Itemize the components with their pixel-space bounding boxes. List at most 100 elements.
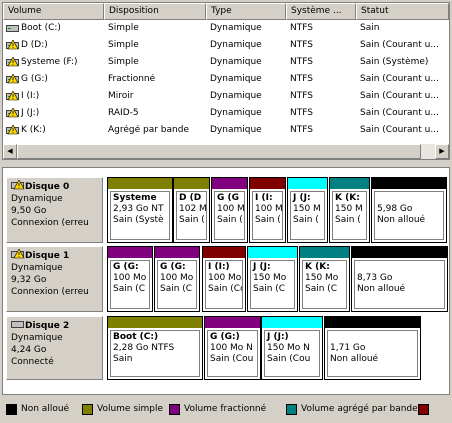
column-header-type[interactable]: Type [206, 3, 286, 20]
scroll-thumb[interactable] [17, 144, 421, 159]
volume-status: Sain (Courant u... [360, 125, 439, 135]
partition-color-bar [203, 247, 245, 258]
partition-block[interactable]: I (I:) 100 Mo Sain (Co [202, 246, 246, 312]
disk-type: Dynamique [11, 194, 63, 204]
table-row[interactable]: I (I:) Miroir Dynamique NTFS Sain (Courant u… [3, 88, 449, 105]
drive-warning-icon [6, 90, 19, 101]
partition-status: Non alloué [377, 215, 426, 225]
partition-block[interactable]: I (I: 100 M Sain ( [249, 177, 286, 243]
partition-block[interactable]: K (K: 150 Mo Sain (C [299, 246, 350, 312]
partition-details: G (G:) 100 Mo N Sain (Cou [207, 330, 258, 377]
disk-label[interactable]: Disque 1 Dynamique 9,32 Go Connexion (erreu [6, 246, 103, 312]
partition-title: G (G: [113, 262, 139, 272]
partition-details: J (J: 150 M Sain ( [290, 191, 325, 240]
partition-block[interactable]: J (J:) 150 Mo N Sain (Cou [261, 316, 323, 380]
drive-icon [6, 23, 19, 33]
partition-status: Non alloué [357, 284, 406, 294]
partition-color-bar [372, 178, 446, 189]
volume-filesystem: NTFS [290, 108, 313, 118]
disk-state: Connexion (erreu [11, 218, 89, 228]
table-row[interactable]: K (K:) Agrégé par bande Dynamique NTFS Sain … [3, 122, 449, 139]
column-header-disposition[interactable]: Disposition [104, 3, 206, 20]
horizontal-scrollbar[interactable]: ◀ ▶ [3, 144, 449, 159]
volume-filesystem: NTFS [290, 23, 313, 33]
partition-size: 2,28 Go NTFS [113, 343, 175, 353]
column-label: Type [211, 6, 232, 16]
volume-type: Dynamique [210, 125, 262, 135]
partition-size: 150 M [335, 204, 363, 214]
partition-color-bar [108, 247, 152, 258]
partition-block[interactable]: Boot (C:) 2,28 Go NTFS Sain [107, 316, 203, 380]
disk-name: Disque 1 [25, 251, 70, 261]
partition-title [330, 332, 415, 343]
partition-details: G (G 100 M Sain ( [214, 191, 245, 240]
legend-swatch [6, 404, 17, 415]
disk-graphical-view: Disque 0 Dynamique 9,50 Go Connexion (erreu… [2, 167, 450, 395]
partition-title: Boot (C:) [113, 332, 159, 342]
partition-color-bar [212, 178, 247, 189]
table-row[interactable]: Systeme (F:) Simple Dynamique NTFS Sain (Sys… [3, 54, 449, 71]
partition-title: K (K: [305, 262, 330, 272]
disk-label[interactable]: Disque 0 Dynamique 9,50 Go Connexion (erreu [6, 177, 103, 243]
partition-title: Systeme [113, 193, 157, 203]
table-row[interactable]: Boot (C:) Simple Dynamique NTFS Sain [3, 20, 449, 37]
partition-color-bar [205, 317, 260, 328]
partition-details: J (J: 150 Mo Sain (C [250, 260, 295, 309]
volume-filesystem: NTFS [290, 57, 313, 67]
partition-block[interactable]: D (D 102 M Sain ( [173, 177, 210, 243]
partition-status: Sain (Co [208, 284, 243, 294]
partition-color-bar [262, 317, 322, 328]
partition-block[interactable]: G (G: 100 Mo Sain (C [154, 246, 200, 312]
partition-title: J (J: [293, 193, 311, 203]
disk-name-line: Disque 0 [11, 179, 102, 193]
partition-block[interactable]: G (G:) 100 Mo N Sain (Cou [204, 316, 261, 380]
partition-status: Sain ( [255, 215, 281, 225]
partition-title: D (D [179, 193, 202, 203]
partition-size: 5,98 Go [377, 204, 413, 214]
volume-list: Volume Disposition Type Système ... Stat… [2, 2, 450, 160]
partition-title [357, 262, 442, 273]
partition-block[interactable]: K (K: 150 M Sain ( [329, 177, 370, 243]
disk-name: Disque 0 [25, 182, 70, 192]
partition-details: 5,98 Go Non alloué [374, 191, 444, 240]
volume-status: Sain (Courant u... [360, 91, 439, 101]
unallocated-block[interactable]: 5,98 Go Non alloué [371, 177, 447, 243]
table-row[interactable]: J (J:) RAID-5 Dynamique NTFS Sain (Courant u… [3, 105, 449, 122]
partition-block[interactable]: Systeme 2,93 Go NT Sain (Systè [107, 177, 173, 243]
partition-status: Sain ( [217, 215, 243, 225]
unallocated-block[interactable]: 1,71 Go Non alloué [324, 316, 421, 380]
partition-status: Sain (Cou [267, 354, 311, 364]
partition-title: G (G:) [210, 332, 240, 342]
pane-splitter[interactable] [0, 161, 452, 166]
partition-block[interactable]: J (J: 150 Mo Sain (C [247, 246, 298, 312]
partition-details: 1,71 Go Non alloué [327, 330, 418, 377]
partition-color-bar [248, 247, 297, 258]
disk-type: Dynamique [11, 263, 63, 273]
column-header-volume[interactable]: Volume [3, 3, 104, 20]
partition-size: 150 M [293, 204, 321, 214]
partition-block[interactable]: J (J: 150 M Sain ( [287, 177, 328, 243]
disk-size: 4,24 Go [11, 345, 47, 355]
column-header-status[interactable]: Statut [356, 3, 449, 20]
partition-block[interactable]: G (G: 100 Mo Sain (C [107, 246, 153, 312]
disk-label[interactable]: Disque 2 Dynamique 4,24 Go Connecté [6, 316, 103, 380]
partition-size: 2,93 Go NT [113, 204, 164, 214]
partition-color-bar [108, 178, 172, 189]
partition-details: Systeme 2,93 Go NT Sain (Systè [110, 191, 170, 240]
volume-status: Sain (Courant u... [360, 74, 439, 84]
legend-item: Volume fractionné [169, 402, 266, 416]
legend-item [418, 402, 433, 416]
volume-disposition: Simple [108, 57, 139, 67]
partition-color-bar [330, 178, 369, 189]
partition-status: Sain (Cou [210, 354, 254, 364]
scroll-right-button[interactable]: ▶ [435, 144, 449, 159]
column-header-filesystem[interactable]: Système ... [286, 3, 356, 20]
partition-details: G (G: 100 Mo Sain (C [110, 260, 150, 309]
unallocated-block[interactable]: 8,73 Go Non alloué [351, 246, 448, 312]
partition-block[interactable]: G (G 100 M Sain ( [211, 177, 248, 243]
table-row[interactable]: G (G:) Fractionné Dynamique NTFS Sain (Coura… [3, 71, 449, 88]
legend-swatch [286, 404, 297, 415]
volume-name: K (K:) [21, 125, 46, 135]
table-row[interactable]: D (D:) Simple Dynamique NTFS Sain (Courant u… [3, 37, 449, 54]
scroll-left-button[interactable]: ◀ [3, 144, 17, 159]
